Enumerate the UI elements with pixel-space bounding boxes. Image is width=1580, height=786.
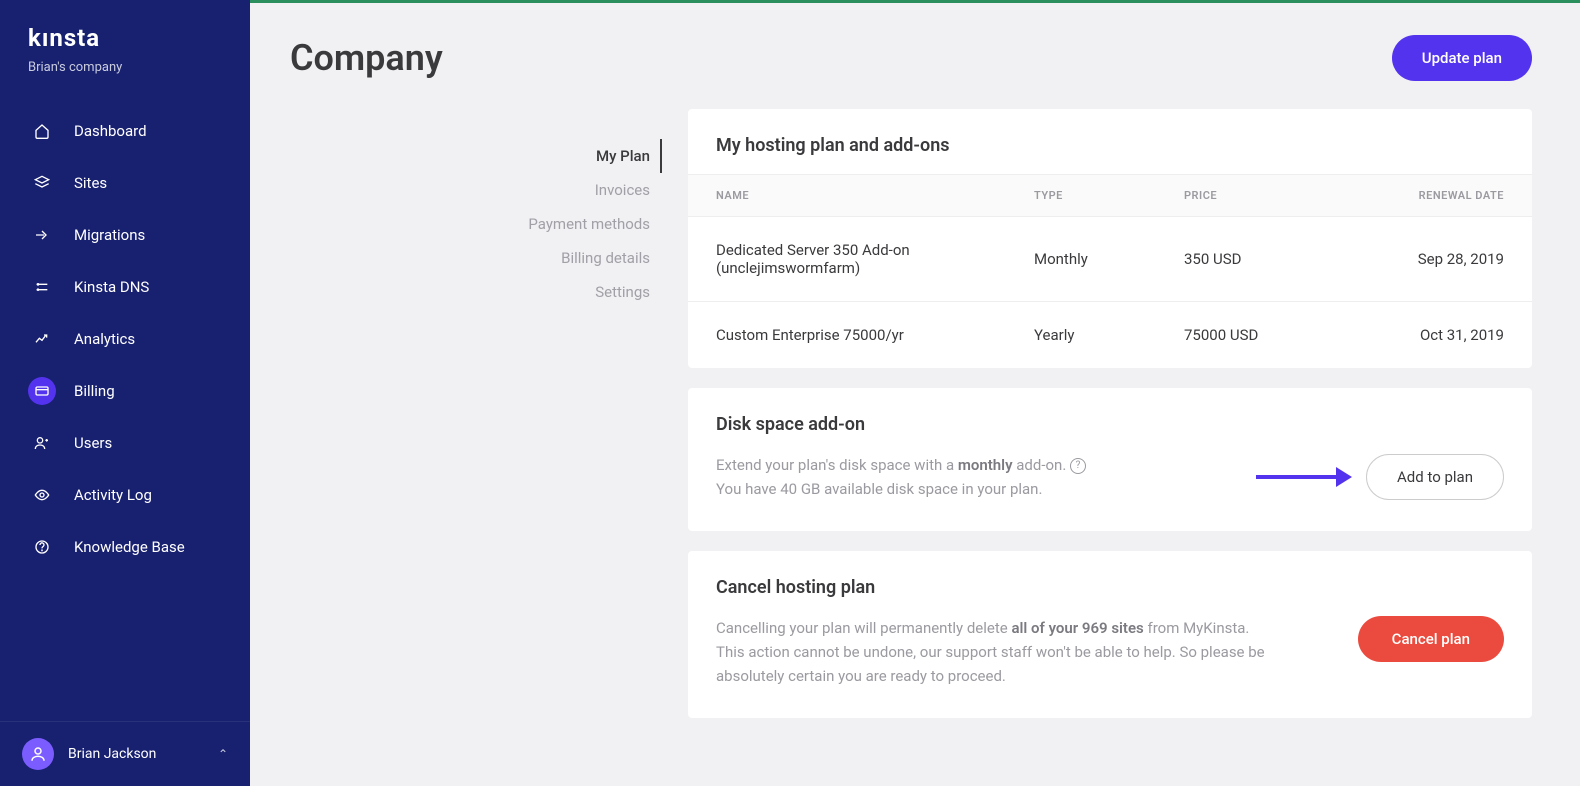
sidebar-item-sites[interactable]: Sites	[0, 157, 250, 209]
cancel-plan-card: Cancel hosting plan Cancelling your plan…	[688, 551, 1532, 718]
th-name: NAME	[716, 189, 1034, 202]
nav-label: Sites	[74, 174, 107, 192]
sidebar-item-analytics[interactable]: Analytics	[0, 313, 250, 365]
brand-logo: kınsta	[0, 24, 250, 60]
submenu-item-settings[interactable]: Settings	[495, 275, 650, 309]
home-icon	[33, 122, 51, 140]
cell-name: Custom Enterprise 75000/yr	[716, 326, 1034, 344]
annotation-arrow	[1256, 467, 1352, 487]
company-name: Brian's company	[0, 60, 250, 105]
eye-icon	[33, 486, 51, 504]
sidebar-item-migrations[interactable]: Migrations	[0, 209, 250, 261]
nav-label: Knowledge Base	[74, 538, 185, 556]
nav-label: Kinsta DNS	[74, 278, 149, 296]
th-renewal: RENEWAL DATE	[1364, 189, 1504, 202]
disk-description: Extend your plan's disk space with a mon…	[716, 453, 1236, 501]
cancel-title: Cancel hosting plan	[688, 551, 1532, 616]
th-type: TYPE	[1034, 189, 1184, 202]
disk-addon-card: Disk space add-on Extend your plan's dis…	[688, 388, 1532, 531]
nav-label: Billing	[74, 382, 115, 400]
th-price: PRICE	[1184, 189, 1364, 202]
footer-user-name: Brian Jackson	[68, 746, 204, 762]
cancel-description: Cancelling your plan will permanently de…	[716, 616, 1328, 688]
dns-icon	[33, 278, 51, 296]
cell-price: 350 USD	[1184, 250, 1364, 268]
cell-renewal: Sep 28, 2019	[1364, 250, 1504, 268]
help-icon	[33, 538, 51, 556]
nav-label: Users	[74, 434, 112, 452]
page-header: Company Update plan	[250, 3, 1580, 109]
update-plan-button[interactable]: Update plan	[1392, 35, 1532, 81]
sidebar-footer[interactable]: Brian Jackson ⌃	[0, 721, 250, 786]
migrate-icon	[33, 226, 51, 244]
users-icon	[33, 434, 51, 452]
sidebar: kınsta Brian's company Dashboard Sites Mig…	[0, 0, 250, 786]
sidebar-item-knowledge-base[interactable]: Knowledge Base	[0, 521, 250, 573]
submenu-item-my-plan[interactable]: My Plan	[495, 139, 662, 173]
hosting-plan-title: My hosting plan and add-ons	[688, 109, 1532, 174]
chevron-up-icon: ⌃	[218, 747, 228, 761]
sidebar-item-billing[interactable]: Billing	[0, 365, 250, 417]
analytics-icon	[33, 330, 51, 348]
nav-label: Dashboard	[74, 122, 147, 140]
table-row: Dedicated Server 350 Add-on (unclejimswo…	[688, 217, 1532, 302]
page-title: Company	[290, 37, 443, 79]
hosting-plan-card: My hosting plan and add-ons NAME TYPE PR…	[688, 109, 1532, 368]
cell-type: Monthly	[1034, 250, 1184, 268]
sidebar-item-users[interactable]: Users	[0, 417, 250, 469]
avatar	[22, 738, 54, 770]
cancel-plan-button[interactable]: Cancel plan	[1358, 616, 1504, 662]
submenu-item-invoices[interactable]: Invoices	[495, 173, 650, 207]
add-to-plan-button[interactable]: Add to plan	[1366, 454, 1504, 500]
help-icon[interactable]: ?	[1070, 458, 1086, 474]
card-icon	[33, 382, 51, 400]
submenu-item-payment-methods[interactable]: Payment methods	[495, 207, 650, 241]
sidebar-item-kinsta-dns[interactable]: Kinsta DNS	[0, 261, 250, 313]
submenu: My PlanInvoicesPayment methodsBilling de…	[495, 109, 650, 738]
nav-label: Migrations	[74, 226, 145, 244]
nav: Dashboard Sites Migrations Kinsta DNS Analyt…	[0, 105, 250, 721]
main: Company Update plan My PlanInvoicesPayme…	[250, 0, 1580, 786]
cell-price: 75000 USD	[1184, 326, 1364, 344]
sidebar-item-activity-log[interactable]: Activity Log	[0, 469, 250, 521]
nav-label: Analytics	[74, 330, 135, 348]
disk-title: Disk space add-on	[688, 388, 1532, 453]
nav-label: Activity Log	[74, 486, 152, 504]
cell-type: Yearly	[1034, 326, 1184, 344]
table-row: Custom Enterprise 75000/yrYearly75000 US…	[688, 302, 1532, 368]
sidebar-item-dashboard[interactable]: Dashboard	[0, 105, 250, 157]
cell-name: Dedicated Server 350 Add-on (unclejimswo…	[716, 241, 1034, 277]
cell-renewal: Oct 31, 2019	[1364, 326, 1504, 344]
table-header: NAME TYPE PRICE RENEWAL DATE	[688, 174, 1532, 217]
submenu-item-billing-details[interactable]: Billing details	[495, 241, 650, 275]
layers-icon	[33, 174, 51, 192]
